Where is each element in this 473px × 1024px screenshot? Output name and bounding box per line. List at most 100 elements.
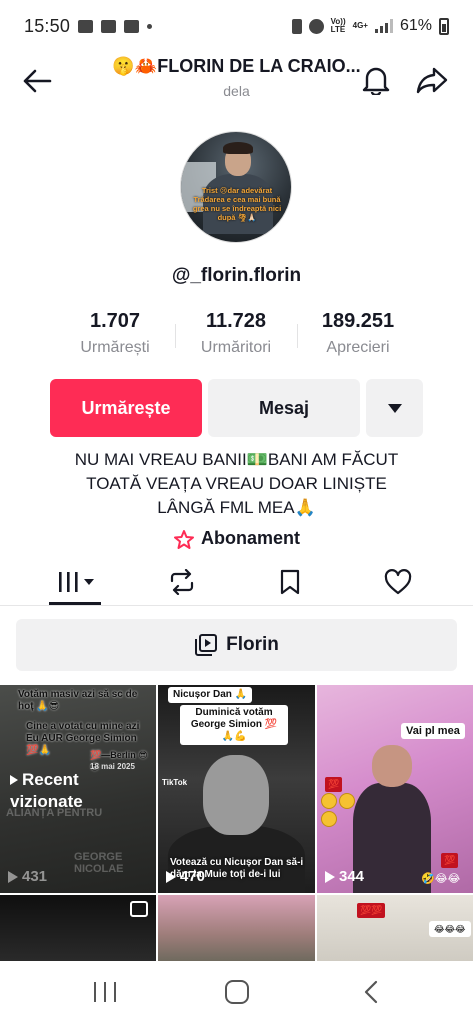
video-date: 18 mai 2025: [90, 762, 135, 771]
message-button[interactable]: Mesaj: [208, 379, 360, 437]
status-time: 15:50: [24, 15, 71, 36]
signal-icon: [374, 19, 393, 33]
tab-favorites[interactable]: [260, 564, 320, 600]
volte-indicator: Vo)) LTE: [331, 18, 346, 34]
lte-text: LTE: [330, 25, 346, 34]
chevron-left-icon: [364, 980, 378, 1004]
profile-bio: NU MAI VREAU BANII💵BANI AM FĂCUT TOATĂ V…: [74, 450, 399, 517]
stat-likes-value: 189.251: [321, 310, 395, 332]
bookmark-icon: [280, 569, 300, 595]
stat-followers[interactable]: 11.728 Urmăritori: [171, 310, 301, 357]
video-person-body: [353, 783, 431, 893]
play-count-icon: [166, 870, 176, 883]
status-bar: 15:50 Vo)) LTE 4G+ 61%: [0, 0, 473, 52]
share-arrow-icon: [416, 67, 448, 94]
system-back-button[interactable]: [360, 980, 384, 1004]
caret-down-icon: [387, 403, 402, 413]
tiktok-watermark: TikTok: [162, 778, 188, 787]
video-thumbnail[interactable]: 💯💯 😂😂😂: [317, 895, 473, 961]
hundred-icon: 💯: [441, 853, 459, 868]
active-tab-indicator: [49, 602, 101, 605]
tab-videos[interactable]: [46, 564, 106, 600]
recently-watched-text: Recent vizionate: [10, 770, 83, 811]
view-count-value: 344: [339, 868, 365, 885]
stat-likes-label: Aprecieri: [326, 339, 390, 356]
tab-reposts[interactable]: [152, 564, 212, 600]
playlist-label: Florin: [226, 634, 279, 655]
alarm-lock-icon: [291, 18, 302, 34]
subscription-label: Abonament: [201, 528, 300, 548]
profile-tabs: [0, 556, 473, 606]
play-count-icon: [325, 870, 335, 883]
battery-percentage: 61%: [399, 17, 432, 34]
mail-notification-icon: [101, 19, 117, 33]
hundred-icon: 💯💯: [357, 903, 386, 918]
profile-stats: 1.707 Urmărești 11.728 Urmăritori 189.25…: [0, 310, 473, 366]
back-button[interactable]: [18, 62, 56, 100]
stat-followers-value: 11.728: [205, 310, 267, 332]
subscription-link[interactable]: Abonament: [0, 528, 473, 549]
playlist-button[interactable]: Florin: [16, 619, 457, 671]
bell-icon: [362, 67, 390, 95]
stat-following-value: 1.707: [89, 310, 141, 332]
play-count-icon: [8, 870, 18, 883]
arrow-left-icon: [23, 69, 52, 93]
repost-icon: [170, 569, 194, 595]
alarm-icon: [308, 18, 324, 34]
video-thumbnail[interactable]: [0, 895, 156, 961]
profile-header: 🤫🦀FLORIN DE LA CRAIO... dela: [0, 52, 473, 112]
more-notifications-dot-icon: [147, 23, 153, 29]
profile-avatar[interactable]: Trist 😢dar adevărat Trădarea e cea mai b…: [180, 131, 292, 243]
heart-icon: [384, 569, 412, 595]
header-title-area: 🤫🦀FLORIN DE LA CRAIO... dela: [95, 56, 378, 99]
recent-apps-button[interactable]: [94, 982, 116, 1002]
recents-bar: [104, 982, 106, 1002]
video-thumbnail[interactable]: Votăm masiv azi să sc de hoț 🙏😎 Cine a v…: [0, 685, 156, 893]
stat-following[interactable]: 1.707 Urmărești: [50, 310, 180, 357]
emoji-icon: [321, 811, 337, 827]
video-thumbnail[interactable]: Nicușor Dan 🙏 Duminică votăm George Simi…: [158, 685, 315, 893]
network-type: 4G+: [352, 21, 368, 30]
video-thumbnail[interactable]: [158, 895, 315, 961]
view-count: 344: [325, 868, 364, 885]
username: @_florin.florin: [171, 265, 302, 286]
notifications-button[interactable]: [356, 60, 396, 100]
video-caption: Vai pl mea: [401, 723, 465, 739]
view-count: 470: [166, 868, 205, 885]
photo-carousel-icon: [130, 901, 148, 917]
video-emojis: 🤣😂😂: [421, 873, 461, 885]
videos-grid-icon: [59, 572, 94, 592]
recents-bar: [94, 982, 96, 1002]
stat-following-label: Urmărești: [80, 339, 150, 356]
video-caption: Votăm masiv azi să sc de hoț 🙏😎: [18, 689, 138, 712]
stat-followers-label: Urmăritori: [200, 339, 272, 356]
suggested-accounts-button[interactable]: [366, 379, 423, 437]
follow-button[interactable]: Urmărește: [50, 379, 202, 437]
recents-bar: [114, 982, 116, 1002]
status-right: Vo)) LTE 4G+ 61%: [291, 17, 449, 35]
video-person-face: [203, 755, 269, 835]
emoji-icon: [339, 793, 355, 809]
avatar-hair: [223, 142, 253, 154]
hundred-icon: 💯: [325, 777, 343, 792]
home-button[interactable]: [225, 980, 249, 1004]
avatar-caption: Trist 😢dar adevărat Trădarea e cea mai b…: [192, 186, 282, 222]
ballot-text: GEORGE NICOLAE: [74, 851, 124, 875]
gallery-notification-icon: [78, 19, 94, 33]
wallet-notification-icon: [124, 19, 140, 33]
recently-watched-label: Recent vizionate: [10, 769, 83, 813]
battery-icon: [439, 17, 449, 35]
video-person-face: [372, 745, 412, 787]
header-subtitle: dela: [223, 83, 250, 99]
tab-liked[interactable]: [368, 564, 428, 600]
video-caption: Nicușor Dan 🙏: [168, 687, 253, 703]
system-navigation-bar: [0, 962, 473, 1024]
stat-likes[interactable]: 189.251 Aprecieri: [293, 310, 423, 357]
header-title: 🤫🦀FLORIN DE LA CRAIO...: [112, 56, 361, 76]
share-button[interactable]: [412, 60, 452, 100]
view-count: 431: [8, 868, 47, 885]
play-icon: [10, 775, 18, 785]
emoji-icon: [321, 793, 337, 809]
status-left: 15:50: [24, 15, 153, 37]
video-thumbnail[interactable]: Vai pl mea 💯 💯 🤣😂😂 344: [317, 685, 473, 893]
